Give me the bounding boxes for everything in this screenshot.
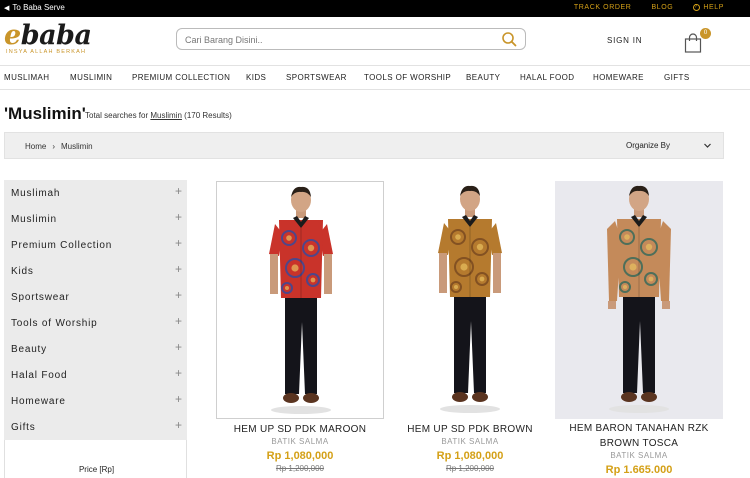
product-price: Rp 1,080,000 xyxy=(266,450,334,462)
sidebar-item-label: Halal Food xyxy=(11,370,68,381)
back-link-label: To Baba Serve xyxy=(12,3,65,12)
top-links: TRACK ORDER BLOG ? HELP xyxy=(574,4,724,11)
search-box xyxy=(176,28,526,50)
product-price: Rp 1,080,000 xyxy=(436,450,504,462)
product-card[interactable]: HEM BARON TANAHAN RZK BROWN TOSCA BATIK … xyxy=(555,181,723,478)
expand-plus-icon[interactable]: + xyxy=(175,262,183,276)
expand-plus-icon[interactable]: + xyxy=(175,418,183,432)
results-count: (170 Results) xyxy=(184,111,232,120)
page-title: 'Muslimin' xyxy=(4,104,86,123)
sidebar-item-beauty[interactable]: Beauty + xyxy=(11,336,187,362)
logo-rest: baba xyxy=(20,20,92,51)
expand-plus-icon[interactable]: + xyxy=(175,392,183,406)
header: ebaba INSYA ALLAH BERKAH SIGN IN 0 xyxy=(0,17,750,65)
organize-by-dropdown[interactable]: Organize By xyxy=(626,141,670,150)
logo-text: ebaba xyxy=(4,21,104,51)
expand-plus-icon[interactable]: + xyxy=(175,210,183,224)
logo[interactable]: ebaba INSYA ALLAH BERKAH xyxy=(4,21,104,61)
product-card[interactable]: HEM UP SD PDK BROWN BATIK SALMA Rp 1,080… xyxy=(386,181,554,478)
nav-item-sportswear[interactable]: SPORTSWEAR xyxy=(286,73,347,82)
back-link[interactable]: ◀ To Baba Serve xyxy=(4,3,65,12)
product-price: Rp 1.665.000 xyxy=(605,464,673,476)
nav-item-beauty[interactable]: BEAUTY xyxy=(466,73,500,82)
sidebar-item-label: Tools of Worship xyxy=(11,318,98,329)
sidebar-item-sportswear[interactable]: Sportswear + xyxy=(11,284,187,310)
sidebar-item-label: Kids xyxy=(11,266,34,277)
blog-link[interactable]: BLOG xyxy=(651,4,673,11)
sidebar-item-label: Premium Collection xyxy=(11,240,113,251)
product-brand: BATIK SALMA xyxy=(610,451,668,460)
sidebar-item-label: Gifts xyxy=(11,422,36,433)
breadcrumb-bar: Home › Muslimin Organize By xyxy=(4,132,724,159)
product-brand: BATIK SALMA xyxy=(441,437,499,446)
sidebar-item-gifts[interactable]: Gifts + xyxy=(11,414,187,440)
chevron-down-icon[interactable] xyxy=(703,141,712,150)
sidebar-item-muslimin[interactable]: Muslimin + xyxy=(11,206,187,232)
sidebar-item-label: Beauty xyxy=(11,344,47,355)
expand-plus-icon[interactable]: + xyxy=(175,314,183,328)
sidebar-item-homeware[interactable]: Homeware + xyxy=(11,388,187,414)
cart-button[interactable]: 0 xyxy=(683,28,713,54)
sidebar-item-kids[interactable]: Kids + xyxy=(11,258,187,284)
sidebar-item-label: Muslimah xyxy=(11,188,61,199)
category-nav: MUSLIMAH MUSLIMIN PREMIUM COLLECTION KID… xyxy=(0,65,750,90)
nav-item-muslimin[interactable]: MUSLIMIN xyxy=(70,73,112,82)
product-card[interactable]: HEM UP SD PDK MAROON BATIK SALMA Rp 1,08… xyxy=(216,181,384,478)
product-brand: BATIK SALMA xyxy=(271,437,329,446)
help-link[interactable]: ? HELP xyxy=(693,4,724,11)
results-query-link[interactable]: Muslimin xyxy=(150,111,182,120)
nav-item-kids[interactable]: KIDS xyxy=(246,73,266,82)
product-name[interactable]: HEM UP SD PDK MAROON xyxy=(216,422,384,437)
help-link-label: HELP xyxy=(703,4,724,11)
top-bar: ◀ To Baba Serve TRACK ORDER BLOG ? HELP xyxy=(0,0,750,17)
product-image[interactable] xyxy=(386,181,554,419)
shopping-bag-icon xyxy=(684,33,702,53)
breadcrumb: Home › Muslimin xyxy=(25,142,93,151)
model-photo xyxy=(269,186,333,414)
results-summary: Total searches for Muslimin (170 Results… xyxy=(85,111,232,120)
expand-plus-icon[interactable]: + xyxy=(175,288,183,302)
back-arrow-icon: ◀ xyxy=(4,4,10,12)
expand-plus-icon[interactable]: + xyxy=(175,236,183,250)
sidebar-item-label: Sportswear xyxy=(11,292,70,303)
product-image[interactable] xyxy=(555,181,723,419)
help-icon: ? xyxy=(693,4,701,11)
breadcrumb-home[interactable]: Home xyxy=(25,142,46,151)
price-filter: Price [Rp] xyxy=(4,440,187,478)
expand-plus-icon[interactable]: + xyxy=(175,184,183,198)
sidebar-item-label: Muslimin xyxy=(11,214,57,225)
sidebar-item-premium-collection[interactable]: Premium Collection + xyxy=(11,232,187,258)
sidebar-item-halal-food[interactable]: Halal Food + xyxy=(11,362,187,388)
nav-item-homeware[interactable]: HOMEWARE xyxy=(593,73,644,82)
nav-item-muslimah[interactable]: MUSLIMAH xyxy=(4,73,49,82)
product-name[interactable]: HEM BARON TANAHAN RZK BROWN TOSCA xyxy=(555,421,723,451)
product-old-price: Rp 1,200,000 xyxy=(445,464,495,473)
nav-item-premium-collection[interactable]: PREMIUM COLLECTION xyxy=(132,73,230,82)
model-photo xyxy=(438,185,502,413)
results-prefix: Total searches for xyxy=(85,111,149,120)
price-filter-label: Price [Rp] xyxy=(78,465,115,474)
product-name[interactable]: HEM UP SD PDK BROWN xyxy=(386,422,554,437)
nav-item-tools-of-worship[interactable]: TOOLS OF WORSHIP xyxy=(364,73,451,82)
sidebar-item-muslimah[interactable]: Muslimah + xyxy=(11,180,187,206)
breadcrumb-current: Muslimin xyxy=(61,142,93,151)
search-icon[interactable] xyxy=(501,31,517,47)
track-order-link[interactable]: TRACK ORDER xyxy=(574,4,632,11)
nav-item-halal-food[interactable]: HALAL FOOD xyxy=(520,73,574,82)
model-photo xyxy=(607,185,671,413)
cart-count-badge: 0 xyxy=(700,28,711,39)
sidebar-item-label: Homeware xyxy=(11,396,66,407)
category-sidebar: Muslimah + Muslimin + Premium Collection + … xyxy=(4,180,187,440)
logo-e: e xyxy=(4,20,21,51)
nav-item-gifts[interactable]: GIFTS xyxy=(664,73,690,82)
product-old-price: Rp 1,200,000 xyxy=(275,464,325,473)
breadcrumb-separator-icon: › xyxy=(52,142,56,151)
expand-plus-icon[interactable]: + xyxy=(175,366,183,380)
sign-in-link[interactable]: SIGN IN xyxy=(607,36,642,45)
sidebar-item-tools-of-worship[interactable]: Tools of Worship + xyxy=(11,310,187,336)
product-image[interactable] xyxy=(216,181,384,419)
expand-plus-icon[interactable]: + xyxy=(175,340,183,354)
search-input[interactable] xyxy=(185,32,485,47)
